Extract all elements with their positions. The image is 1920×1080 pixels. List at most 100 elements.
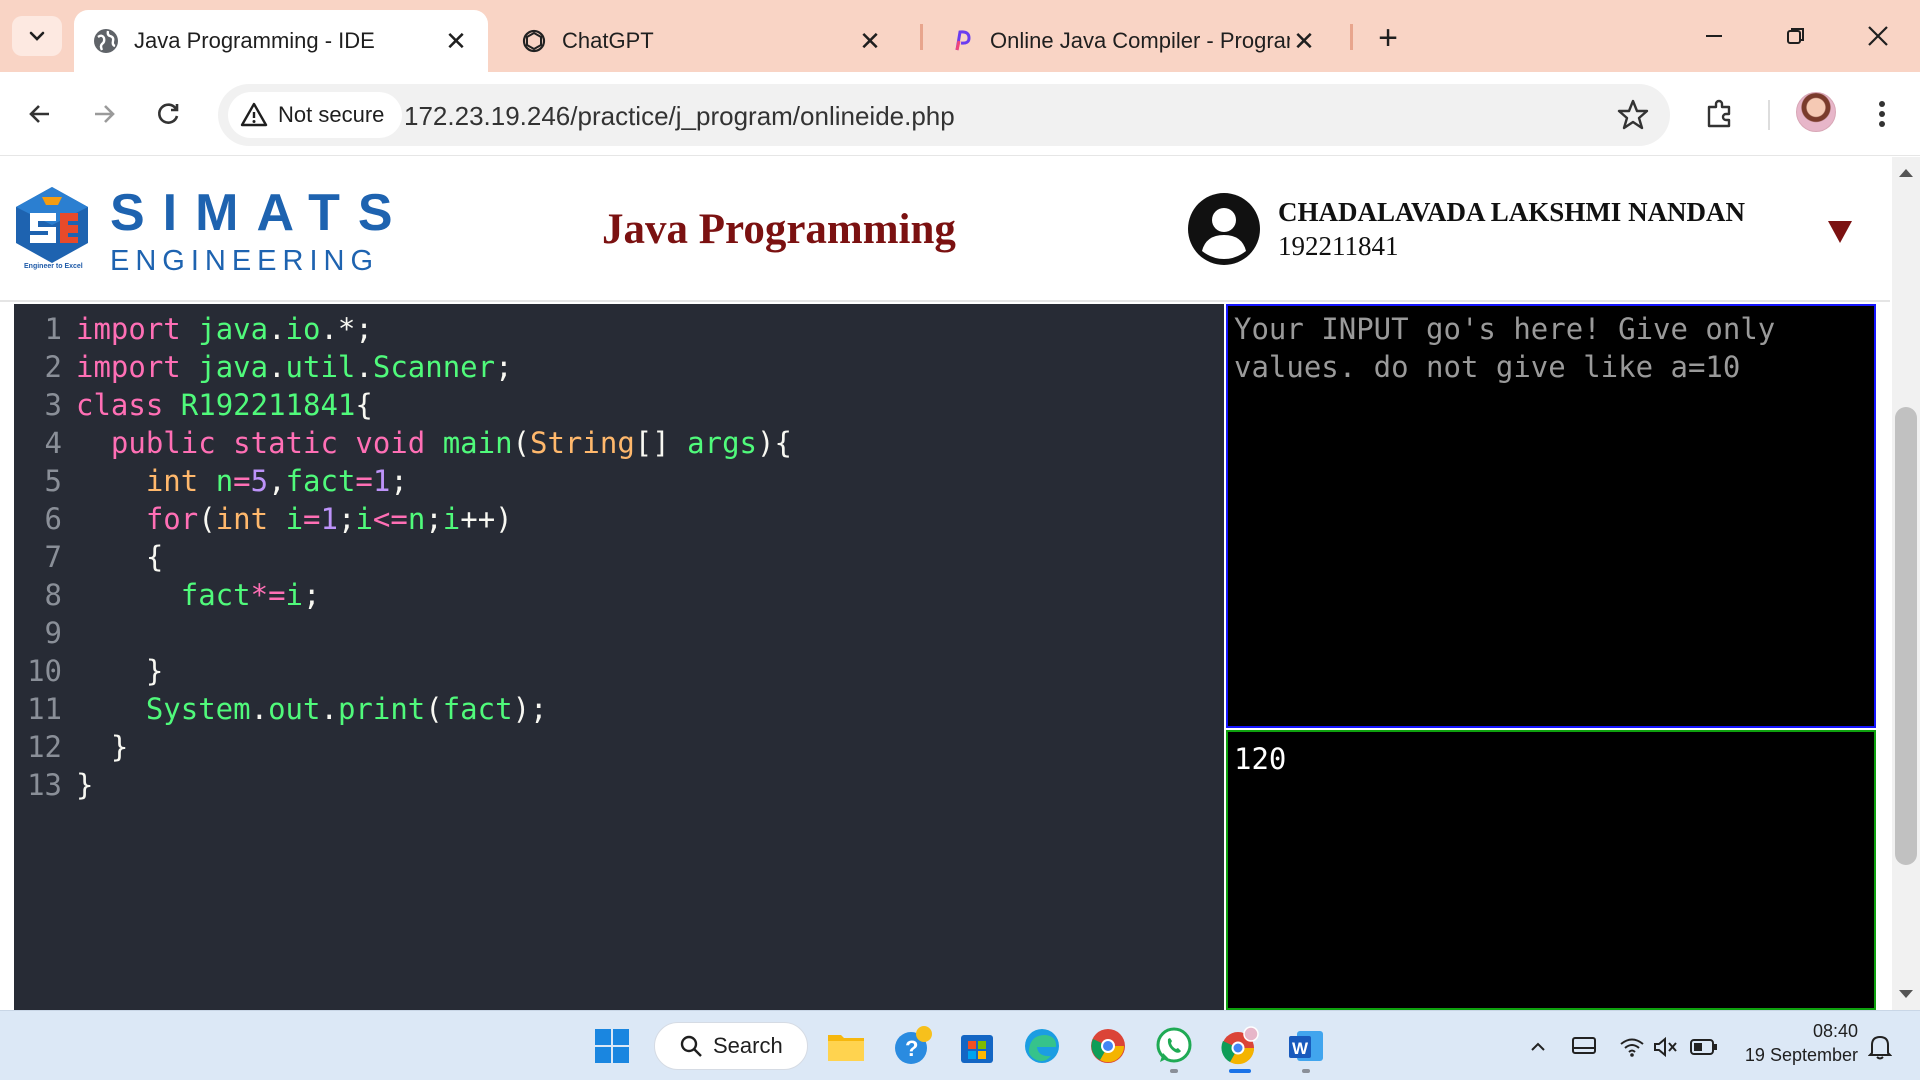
windows-taskbar: Search ? W 08:40 19 September xyxy=(0,1010,1920,1080)
whatsapp-icon xyxy=(1156,1027,1192,1063)
code-text: import java.util.Scanner; xyxy=(76,350,513,384)
chrome-icon xyxy=(1221,1026,1259,1065)
search-icon xyxy=(680,1035,702,1057)
restore-button[interactable] xyxy=(1768,16,1824,56)
code-line: 5 int n=5,fact=1; xyxy=(14,462,408,500)
tab-title: ChatGPT xyxy=(562,28,654,53)
logo-subwordmark: ENGINEERING xyxy=(110,245,380,277)
line-number: 8 xyxy=(44,578,62,612)
user-avatar-icon xyxy=(1188,193,1260,265)
code-line: 12 } xyxy=(14,728,128,766)
whatsapp-button[interactable] xyxy=(1152,1024,1196,1068)
close-tab-icon[interactable]: ✕ xyxy=(442,26,470,56)
code-editor[interactable]: 1 import java.io.*; 2 import java.util.S… xyxy=(14,304,1224,1010)
battery-icon xyxy=(1690,1039,1717,1055)
scroll-down-icon[interactable] xyxy=(1899,990,1913,998)
tab-java-ide[interactable]: Java Programming - IDE ✕ xyxy=(74,10,488,72)
code-line: 6 for(int i=1;i<=n;i++) xyxy=(14,500,513,538)
url-text[interactable]: 172.23.19.246/practice/j_program/onlinei… xyxy=(404,101,955,132)
chevron-up-icon xyxy=(1531,1042,1545,1051)
bookmark-star-icon[interactable] xyxy=(1616,98,1650,132)
arrow-right-icon xyxy=(95,105,115,123)
extensions-button[interactable] xyxy=(1700,94,1740,134)
program-input-textarea[interactable]: Your INPUT go's here! Give only values. … xyxy=(1226,304,1876,728)
minimize-button[interactable] xyxy=(1686,16,1742,56)
line-number: 12 xyxy=(27,730,62,764)
minimize-icon xyxy=(1706,35,1722,37)
start-button[interactable] xyxy=(590,1024,634,1068)
chrome-profile-button[interactable] xyxy=(1218,1024,1262,1068)
clock-time[interactable]: 08:40 xyxy=(1810,1021,1858,1042)
reload-button[interactable] xyxy=(146,92,190,136)
monitor-icon xyxy=(1572,1037,1596,1054)
tab-title: Online Java Compiler - Program xyxy=(990,28,1290,53)
tab-chatgpt[interactable]: ChatGPT ✕ xyxy=(502,10,902,72)
word-icon: W xyxy=(1289,1031,1323,1061)
close-tab-icon[interactable]: ✕ xyxy=(1290,26,1318,56)
file-explorer-button[interactable] xyxy=(824,1024,868,1068)
windows-logo-icon xyxy=(595,1029,629,1063)
page-scrollbar[interactable] xyxy=(1892,157,1920,1010)
browser-menu-button[interactable] xyxy=(1862,94,1902,134)
back-button[interactable] xyxy=(18,92,62,136)
code-line: 10 } xyxy=(14,652,163,690)
code-line: 7 { xyxy=(14,538,164,576)
code-line: 4 public static void main(String[] args)… xyxy=(14,424,792,462)
code-text: } xyxy=(145,654,164,688)
code-line: 9 xyxy=(14,614,76,652)
help-app-button[interactable]: ? xyxy=(890,1024,934,1068)
word-button[interactable]: W xyxy=(1284,1024,1328,1068)
line-number: 3 xyxy=(44,388,62,422)
clock-date[interactable]: 19 September xyxy=(1740,1045,1858,1066)
tray-volume-button[interactable] xyxy=(1652,1033,1680,1061)
close-window-button[interactable] xyxy=(1850,16,1906,56)
chrome-button[interactable] xyxy=(1086,1024,1130,1068)
user-name: CHADALAVADA LAKSHMI NANDAN xyxy=(1278,197,1746,227)
warning-icon xyxy=(240,102,268,127)
line-number: 1 xyxy=(44,312,62,346)
address-bar[interactable]: Not secure 172.23.19.246/practice/j_prog… xyxy=(218,84,1670,146)
microsoft-store-button[interactable] xyxy=(955,1024,999,1068)
edge-button[interactable] xyxy=(1020,1024,1064,1068)
toolbar-divider xyxy=(1768,100,1770,130)
security-chip[interactable]: Not secure xyxy=(228,92,403,138)
code-text: fact*=i; xyxy=(180,578,321,612)
more-vertical-icon xyxy=(1879,101,1885,127)
profile-avatar[interactable] xyxy=(1796,92,1836,132)
forward-button[interactable] xyxy=(82,92,126,136)
tray-overflow-button[interactable] xyxy=(1524,1033,1552,1061)
taskbar-search[interactable]: Search xyxy=(654,1022,808,1070)
scroll-up-icon[interactable] xyxy=(1899,169,1913,177)
page-title: Java Programming xyxy=(602,206,956,253)
code-text: System.out.print(fact); xyxy=(145,692,548,726)
new-tab-button[interactable]: + xyxy=(1368,18,1408,58)
search-label: Search xyxy=(713,1033,783,1058)
tray-display-button[interactable] xyxy=(1570,1033,1598,1061)
tab-title: Java Programming - IDE xyxy=(134,28,375,53)
input-placeholder: Your INPUT go's here! Give only values. … xyxy=(1234,312,1776,384)
user-id: 192211841 xyxy=(1278,231,1399,261)
tab-search-button[interactable] xyxy=(12,16,62,56)
notifications-button[interactable] xyxy=(1866,1033,1894,1061)
close-tab-icon[interactable]: ✕ xyxy=(856,26,884,56)
help-icon: ? xyxy=(895,1026,932,1064)
logo-tagline: Engineer to Excel xyxy=(24,263,83,270)
folder-icon xyxy=(828,1035,864,1061)
notification-bell-icon xyxy=(1868,1035,1892,1060)
tray-battery-button[interactable] xyxy=(1690,1033,1718,1061)
line-number: 10 xyxy=(27,654,62,688)
code-line: 8 fact*=i; xyxy=(14,576,321,614)
user-menu-caret-icon[interactable] xyxy=(1826,217,1854,245)
store-icon xyxy=(961,1035,993,1063)
running-indicator xyxy=(1170,1069,1178,1073)
code-line: 13 } xyxy=(14,766,93,804)
code-text: } xyxy=(110,730,129,764)
simats-logo-icon xyxy=(16,187,88,263)
output-text: 120 xyxy=(1234,742,1287,776)
tray-wifi-button[interactable] xyxy=(1618,1033,1646,1061)
line-number: 7 xyxy=(44,540,62,574)
code-text: } xyxy=(76,768,94,802)
logo-wordmark: SIMATS xyxy=(110,184,411,242)
tab-online-compiler[interactable]: Online Java Compiler - Program ✕ xyxy=(930,10,1336,72)
scrollbar-thumb[interactable] xyxy=(1895,407,1917,865)
